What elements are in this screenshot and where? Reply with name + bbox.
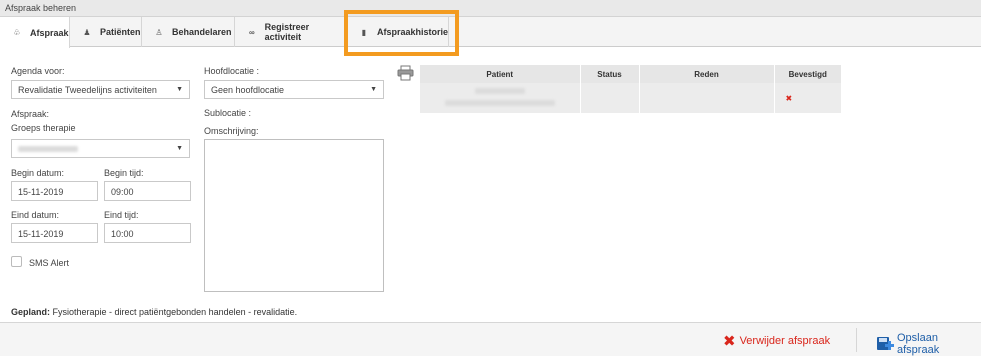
- save-icon: [876, 336, 894, 352]
- begin-datum-label: Begin datum:: [11, 168, 65, 178]
- omschrijving-textarea[interactable]: [204, 139, 384, 292]
- print-icon[interactable]: [397, 65, 414, 81]
- tab-label: Registreer activiteit: [264, 22, 310, 42]
- column-header: Patient: [420, 65, 581, 83]
- bevestigd-cell: ✖: [774, 83, 841, 113]
- link-icon: ∞: [248, 27, 255, 37]
- footer-bar: ✖ Verwijder afspraak Opslaan afspraak: [0, 322, 981, 356]
- begin-tijd-input[interactable]: 09:00: [104, 181, 191, 201]
- agenda-value: Revalidatie Tweedelijns activiteiten: [18, 85, 157, 95]
- eind-datum-label: Eind datum:: [11, 210, 60, 220]
- sublocatie-label: Sublocatie :: [204, 108, 252, 118]
- save-button[interactable]: Opslaan afspraak: [876, 332, 981, 356]
- begin-datum-input[interactable]: 15-11-2019: [11, 181, 98, 201]
- tab-registreer-activiteit[interactable]: ∞ Registreer activiteit: [235, 17, 347, 47]
- tab-afspraak[interactable]: ♧ Afspraak: [0, 17, 70, 48]
- not-confirmed-icon: ✖: [785, 93, 793, 103]
- reden-cell: [639, 83, 775, 113]
- eind-datum-input[interactable]: 15-11-2019: [11, 223, 98, 243]
- stethoscope-icon: ♧: [13, 28, 21, 37]
- status-cell: [580, 83, 640, 113]
- begin-tijd-label: Begin tijd:: [104, 168, 144, 178]
- gepland-text: Gepland: Fysiotherapie - direct patiëntg…: [11, 307, 297, 317]
- chevron-down-icon: ▼: [176, 145, 183, 152]
- chevron-down-icon: ▼: [176, 86, 183, 93]
- afspraak-label: Afspraak:: [11, 109, 50, 119]
- column-header: Status: [580, 65, 640, 83]
- eind-tijd-label: Eind tijd:: [104, 210, 139, 220]
- redacted-value: [474, 88, 525, 94]
- sms-alert-label: SMS Alert: [29, 258, 70, 268]
- tab-label: Behandelaren: [172, 27, 232, 37]
- sms-alert-checkbox[interactable]: [11, 256, 22, 267]
- agenda-label: Agenda voor:: [11, 66, 65, 76]
- hoofdlocatie-select[interactable]: Geen hoofdlocatie ▼: [204, 80, 384, 99]
- afspraak-type: Groeps therapie: [11, 123, 76, 133]
- tab-label: Afspraak: [30, 27, 69, 38]
- patient-cell: [420, 83, 581, 113]
- tab-behandelaren[interactable]: ♙ Behandelaren: [142, 17, 235, 47]
- delete-icon: ✖: [723, 333, 736, 350]
- hoofdlocatie-value: Geen hoofdlocatie: [211, 85, 285, 95]
- person-icon: ♟: [83, 27, 91, 37]
- afspraak-select[interactable]: ▼: [11, 139, 190, 158]
- book-icon: ▮: [361, 27, 367, 37]
- tab-patienten[interactable]: ♟ Patiënten: [70, 17, 142, 47]
- tab-label: Afspraakhistorie: [376, 27, 448, 37]
- column-header: Reden: [639, 65, 775, 83]
- chevron-down-icon: ▼: [370, 86, 377, 93]
- omschrijving-label: Omschrijving:: [204, 126, 259, 136]
- column-header: Bevestigd: [774, 65, 841, 83]
- hoofdlocatie-label: Hoofdlocatie :: [204, 66, 260, 76]
- gepland-label: Gepland:: [11, 307, 51, 317]
- gepland-value: Fysiotherapie - direct patiëntgebonden h…: [50, 307, 298, 317]
- eind-tijd-input[interactable]: 10:00: [104, 223, 191, 243]
- window-title: Afspraak beheren: [0, 0, 981, 17]
- agenda-select[interactable]: Revalidatie Tweedelijns activiteiten ▼: [11, 80, 190, 99]
- redacted-value: [444, 100, 555, 106]
- doctor-icon: ♙: [155, 27, 163, 37]
- delete-button[interactable]: ✖ Verwijder afspraak: [723, 332, 830, 350]
- history-table: Patient Status Reden Bevestigd ✖: [420, 65, 841, 113]
- footer-divider: [856, 328, 857, 352]
- redacted-value: [18, 146, 78, 152]
- save-button-label: Opslaan afspraak: [897, 332, 940, 356]
- tab-label: Patiënten: [100, 27, 141, 37]
- table-row[interactable]: ✖: [420, 83, 841, 113]
- tab-afspraakhistorie[interactable]: ▮ Afspraakhistorie: [347, 17, 449, 47]
- tab-bar: ♧ Afspraak ♟ Patiënten ♙ Behandelaren ∞ …: [0, 17, 981, 48]
- delete-button-label: Verwijder afspraak: [739, 335, 831, 347]
